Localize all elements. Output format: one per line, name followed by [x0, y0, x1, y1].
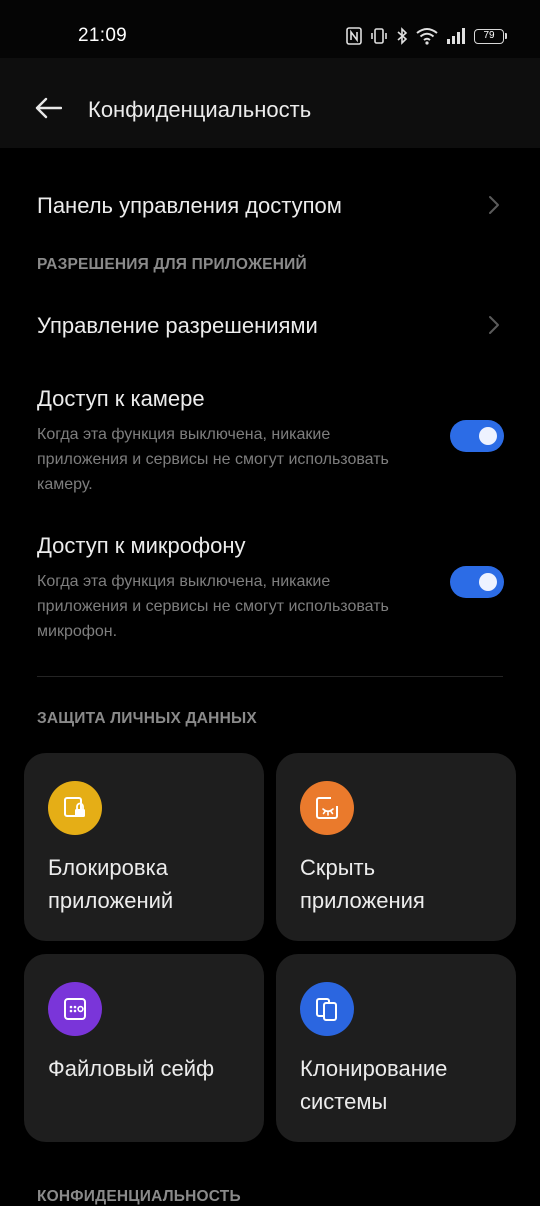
tile-label: Блокировка приложений	[48, 855, 174, 913]
status-icons: 79	[346, 24, 507, 48]
tile-hide-apps[interactable]: Скрыть приложения	[276, 753, 516, 941]
permissions-manage-label: Управление разрешениями	[37, 313, 318, 338]
camera-access-row: Доступ к камере Когда эта функция выключ…	[0, 386, 540, 496]
battery-icon: 79	[474, 28, 507, 44]
app-bar: Конфиденциальность	[0, 58, 540, 148]
chevron-right-icon	[488, 315, 500, 340]
switch-knob	[479, 427, 497, 445]
tile-file-safe[interactable]: Файловый сейф	[24, 954, 264, 1142]
camera-access-title: Доступ к камере	[37, 386, 205, 411]
microphone-access-row: Доступ к микрофону Когда эта функция вык…	[0, 533, 540, 643]
tile-app-lock[interactable]: Блокировка приложений	[24, 753, 264, 941]
status-bar: 21:09 79	[0, 0, 540, 58]
microphone-access-description: Когда эта функция выключена, никакие при…	[37, 573, 389, 640]
section-app-permissions: РАЗРЕШЕНИЯ ДЛЯ ПРИЛОЖЕНИЙ	[37, 256, 307, 273]
camera-access-switch[interactable]	[450, 420, 504, 452]
wifi-icon	[416, 27, 438, 45]
microphone-access-switch[interactable]	[450, 566, 504, 598]
app-lock-icon	[48, 781, 102, 835]
status-time: 21:09	[78, 25, 128, 46]
tile-system-clone[interactable]: Клонирование системы	[276, 954, 516, 1142]
back-button[interactable]	[30, 92, 66, 128]
microphone-access-title: Доступ к микрофону	[37, 533, 246, 558]
system-clone-icon	[300, 982, 354, 1036]
file-safe-icon	[48, 982, 102, 1036]
tile-label: Скрыть приложения	[300, 855, 425, 913]
page-title: Конфиденциальность	[88, 97, 312, 122]
switch-knob	[479, 573, 497, 591]
signal-icon	[446, 28, 466, 44]
vibrate-icon	[370, 27, 388, 45]
access-panel-row[interactable]: Панель управления доступом	[0, 180, 540, 230]
chevron-right-icon	[488, 195, 500, 220]
tile-label: Файловый сейф	[48, 1056, 215, 1081]
section-personal-data: ЗАЩИТА ЛИЧНЫХ ДАННЫХ	[37, 710, 257, 727]
tile-label: Клонирование системы	[300, 1056, 448, 1114]
section-privacy: КОНФИДЕНЦИАЛЬНОСТЬ	[37, 1188, 241, 1205]
hide-apps-icon	[300, 781, 354, 835]
permissions-manage-row[interactable]: Управление разрешениями	[0, 300, 540, 350]
divider	[37, 676, 503, 677]
bluetooth-icon	[396, 27, 408, 45]
camera-access-description: Когда эта функция выключена, никакие при…	[37, 426, 389, 493]
access-panel-label: Панель управления доступом	[37, 193, 342, 218]
arrow-left-icon	[34, 97, 63, 124]
nfc-icon	[346, 27, 362, 45]
